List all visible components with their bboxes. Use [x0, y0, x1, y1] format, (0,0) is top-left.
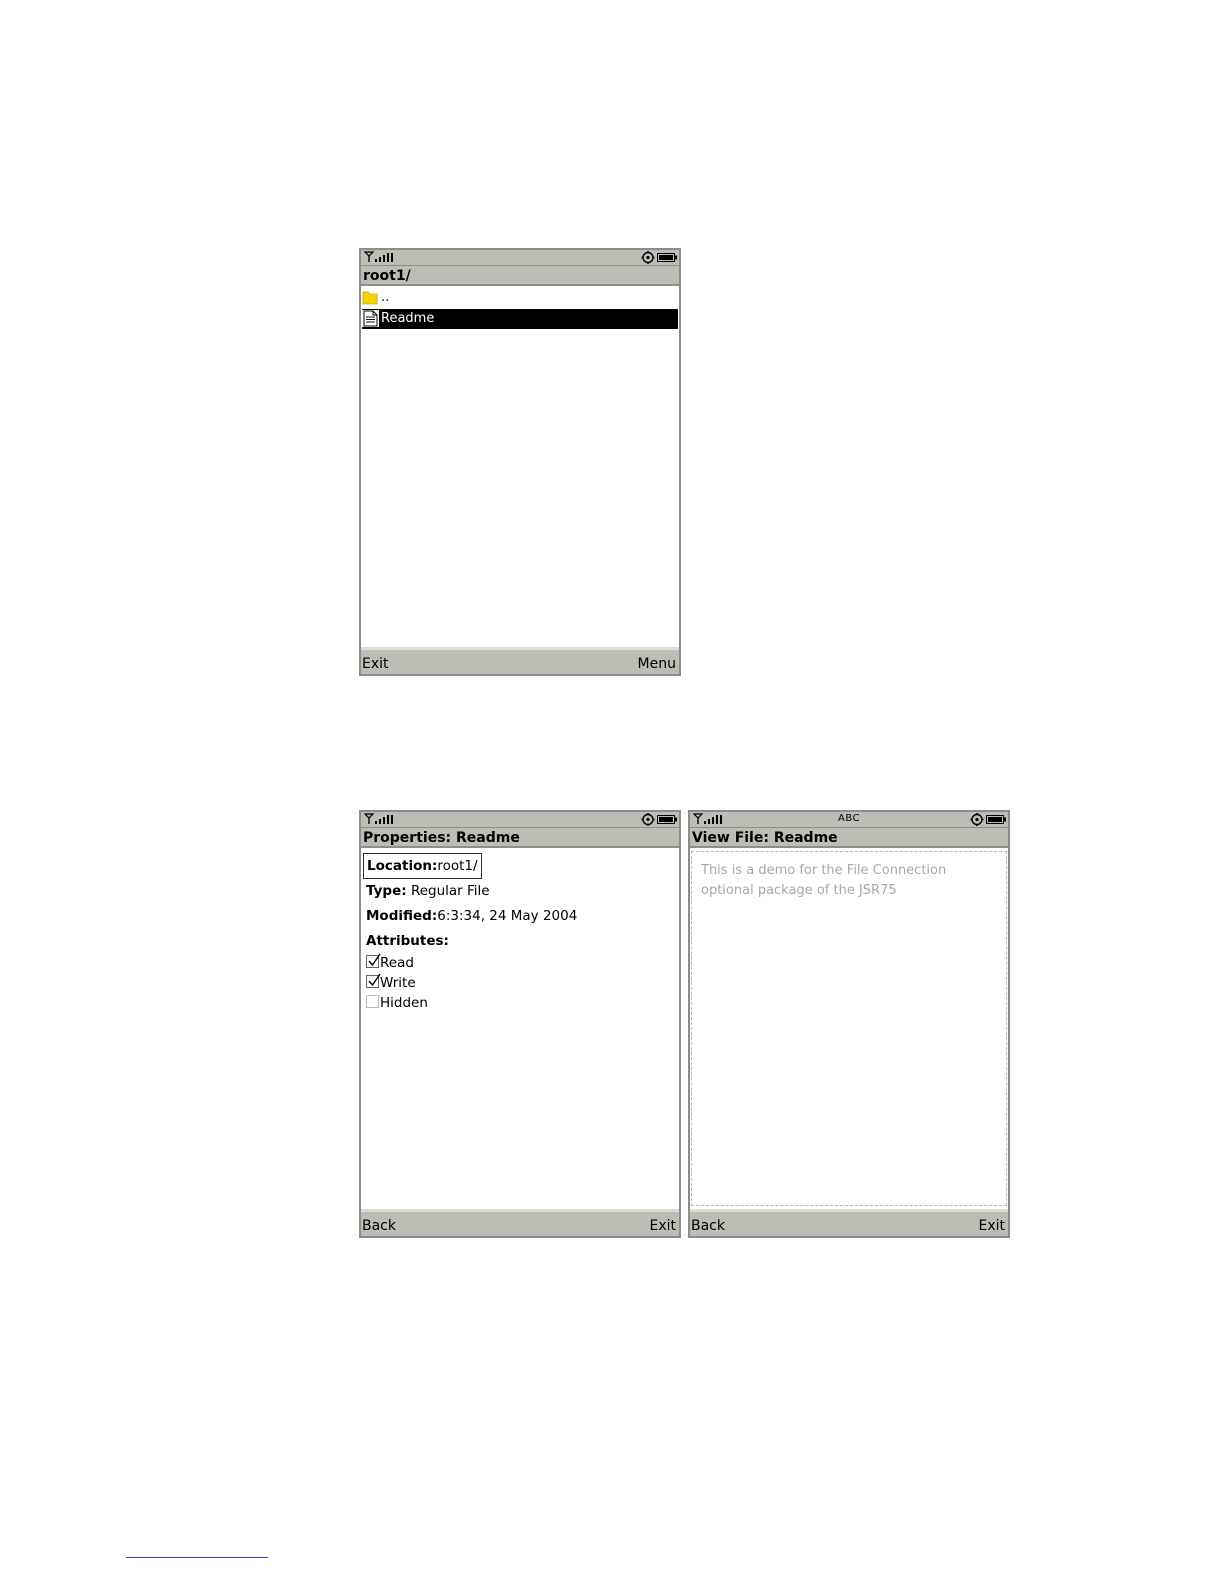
file-list: .. Readme: [361, 288, 679, 646]
softkey-bar: Back Exit: [690, 1209, 1008, 1236]
type-row: Type: Regular File: [366, 883, 490, 899]
battery-icon: [986, 815, 1006, 824]
softkey-bar: Exit Menu: [361, 647, 679, 674]
softkey-bar: Back Exit: [361, 1209, 679, 1236]
screen-title: Properties: Readme: [361, 828, 679, 848]
checkbox-unchecked-icon[interactable]: [366, 995, 379, 1008]
view-file-screen: ABC View File: Readme This is a demo for…: [688, 810, 1010, 1238]
checkbox-label: Hidden: [380, 995, 428, 1011]
file-content-area: This is a demo for the File Connection o…: [690, 850, 1008, 1208]
checkbox-hidden[interactable]: Hidden: [366, 993, 428, 1013]
checkbox-write[interactable]: Write: [366, 973, 416, 993]
gear-icon: [641, 251, 655, 264]
checkbox-read[interactable]: Read: [366, 953, 414, 973]
status-bar: [361, 812, 679, 828]
location-field[interactable]: Location:root1/: [363, 853, 482, 879]
screen-title: View File: Readme: [690, 828, 1008, 848]
exit-softkey[interactable]: Exit: [649, 1218, 676, 1234]
checkbox-checked-icon[interactable]: [366, 973, 381, 988]
checkbox-label: Write: [380, 975, 416, 991]
file-text: This is a demo for the File Connection o…: [701, 863, 947, 898]
file-text-area[interactable]: This is a demo for the File Connection o…: [691, 851, 1007, 1206]
modified-label: Modified:: [366, 908, 438, 924]
properties-screen: Properties: Readme Location:root1/ Type:…: [359, 810, 681, 1238]
document-icon: [362, 310, 379, 327]
attributes-heading: Attributes:: [366, 933, 449, 949]
folder-icon: [362, 291, 378, 305]
signal-strength-icon: [364, 251, 393, 262]
input-mode-indicator: ABC: [837, 813, 860, 824]
location-value: root1/: [437, 858, 478, 874]
properties-form: Location:root1/ Type: Regular File Modif…: [361, 850, 679, 1208]
file-browser-screen: root1/ .. Readme Exit Menu: [359, 248, 681, 676]
battery-icon: [657, 815, 677, 824]
modified-value: 6:3:34, 24 May 2004: [437, 908, 578, 924]
signal-strength-icon: [364, 813, 393, 824]
footnote-separator: [126, 1557, 268, 1558]
exit-softkey[interactable]: Exit: [362, 656, 389, 672]
gear-icon: [970, 813, 984, 826]
back-softkey[interactable]: Back: [362, 1218, 396, 1234]
status-bar: ABC: [690, 812, 1008, 828]
status-bar: [361, 250, 679, 266]
list-item-readme[interactable]: Readme: [362, 309, 678, 329]
checkbox-checked-icon[interactable]: [366, 953, 381, 968]
exit-softkey[interactable]: Exit: [978, 1218, 1005, 1234]
gear-icon: [641, 813, 655, 826]
menu-softkey[interactable]: Menu: [638, 656, 676, 672]
type-value: Regular File: [410, 883, 490, 899]
list-item-parent-dir[interactable]: ..: [362, 288, 678, 308]
list-item-label: Readme: [381, 311, 435, 326]
type-label: Type:: [366, 883, 407, 899]
checkbox-label: Read: [380, 955, 414, 971]
back-softkey[interactable]: Back: [691, 1218, 725, 1234]
location-label: Location:: [367, 858, 438, 874]
screen-title: root1/: [361, 266, 679, 286]
modified-row: Modified:6:3:34, 24 May 2004: [366, 908, 577, 924]
battery-icon: [657, 253, 677, 262]
list-item-label: ..: [381, 290, 390, 305]
